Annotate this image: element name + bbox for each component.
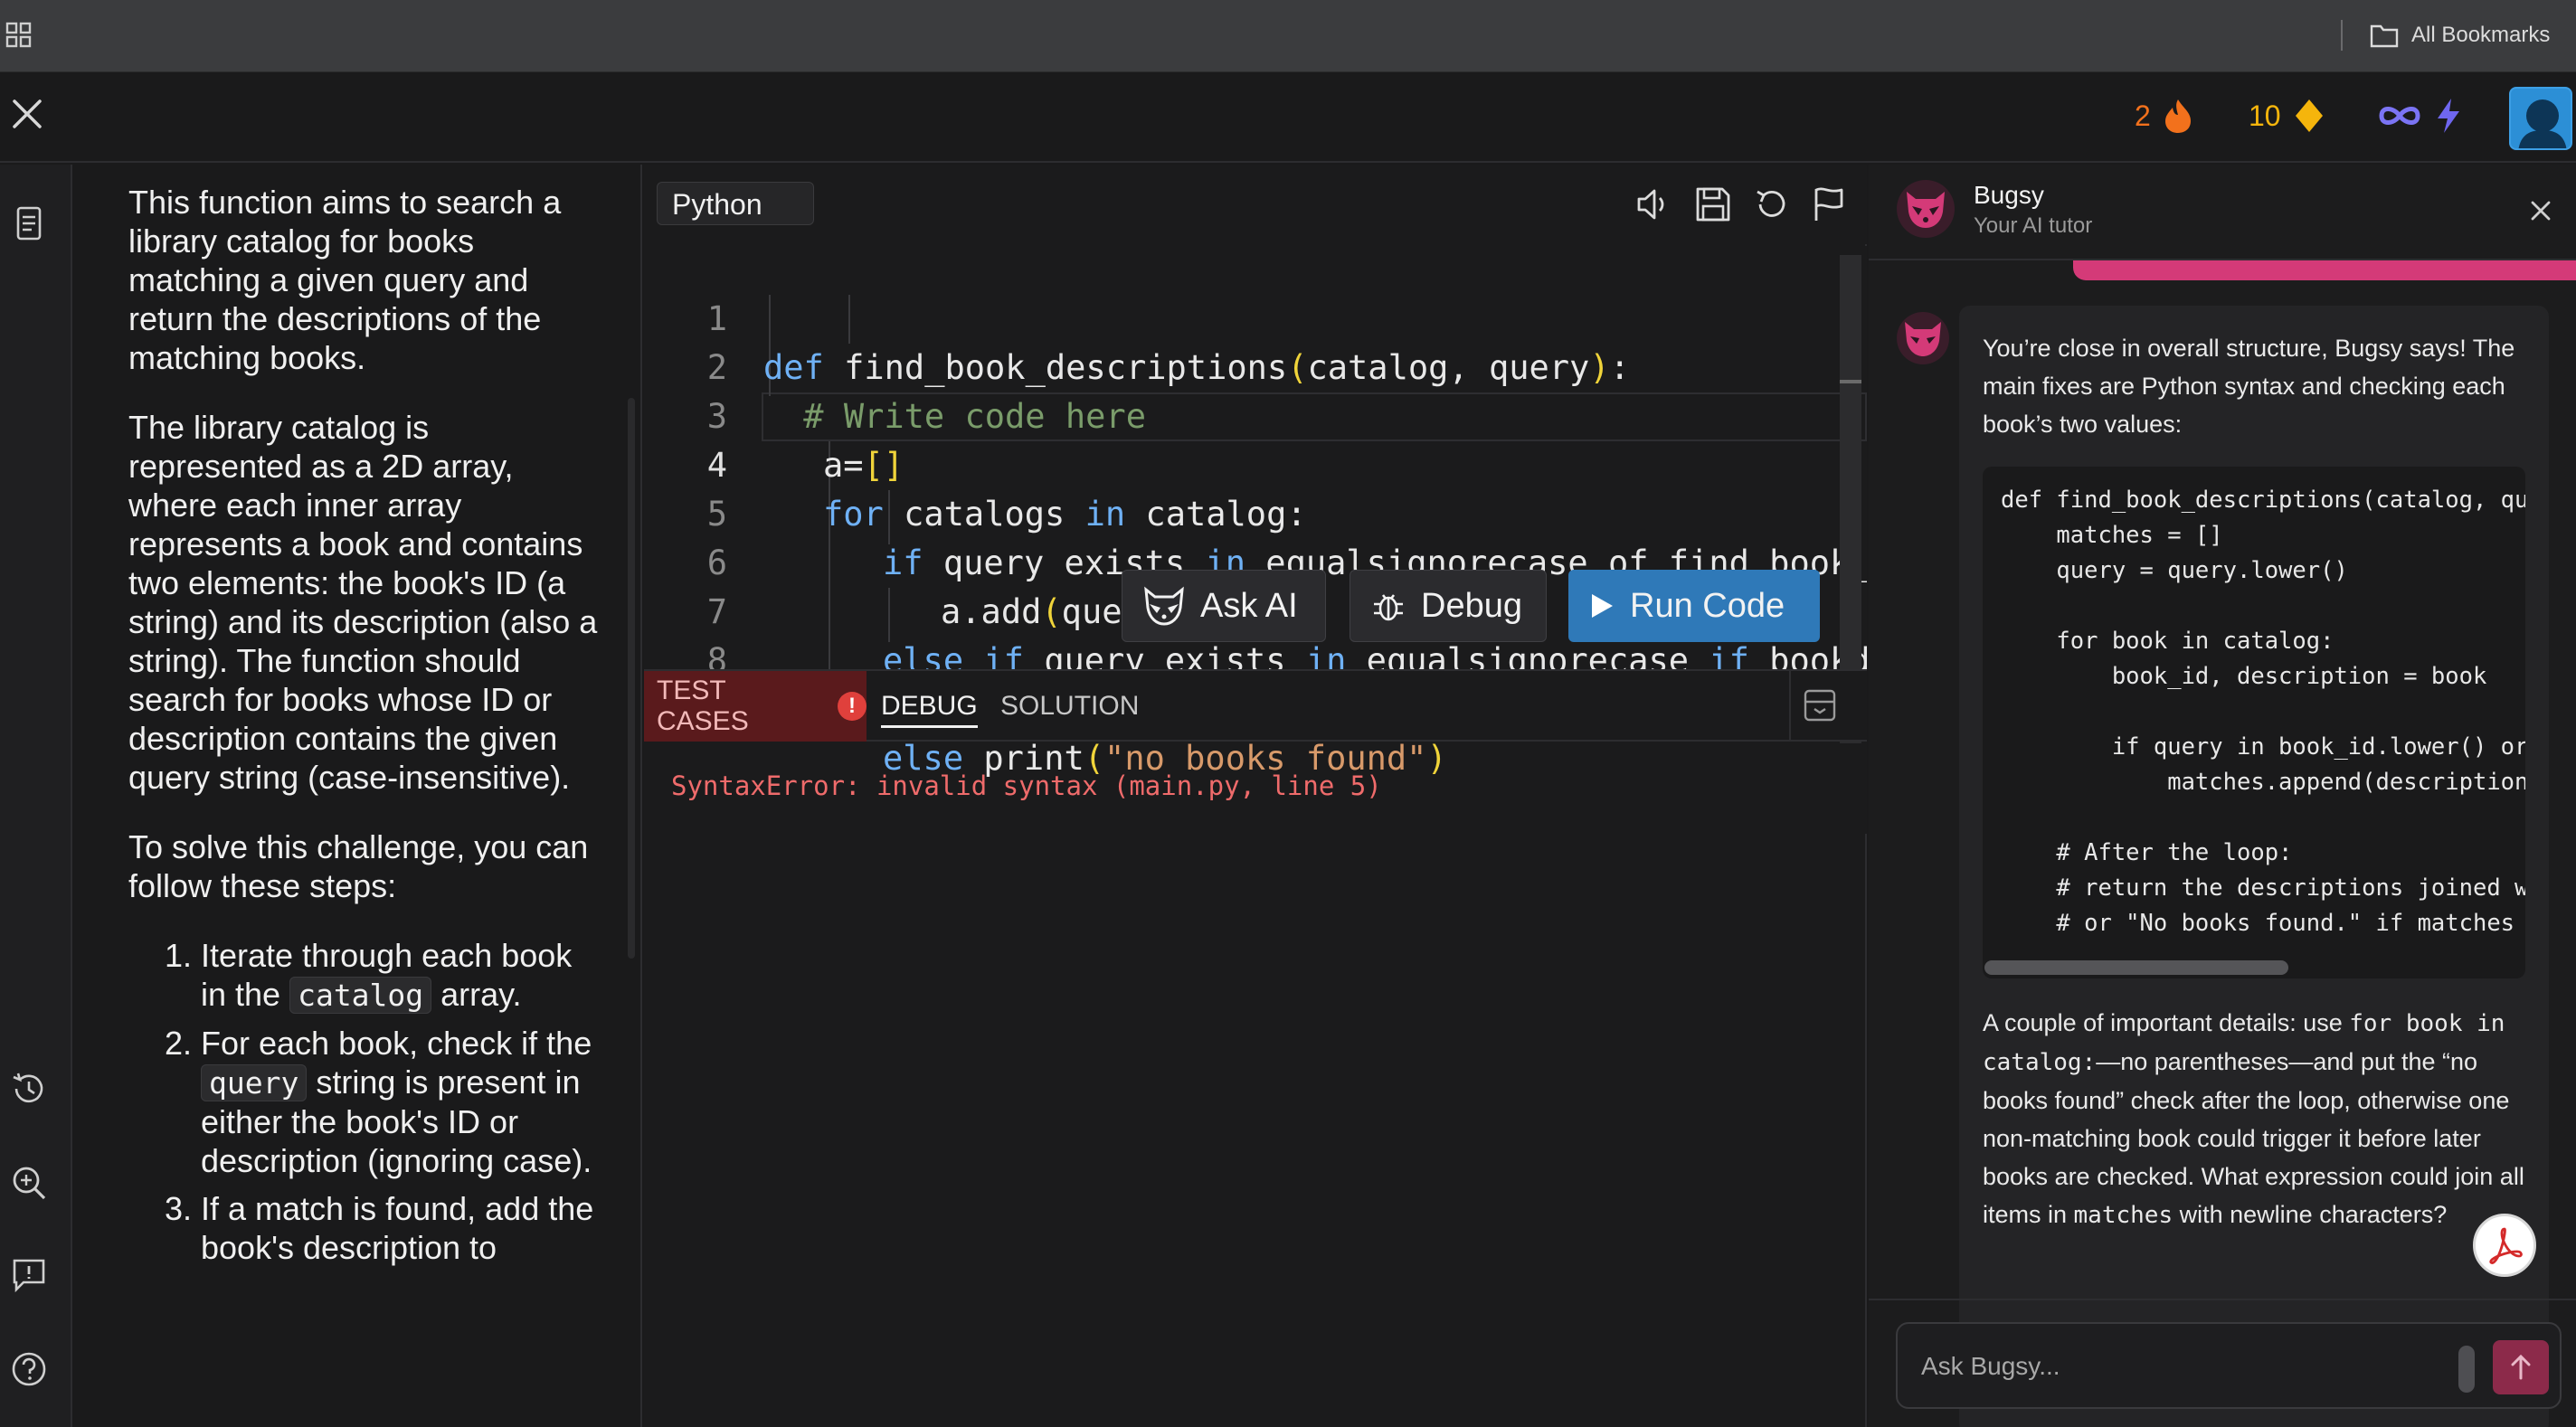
- code-editor[interactable]: 1 def find_book_descriptions(catalog, qu…: [644, 246, 1867, 834]
- play-icon: [1592, 594, 1613, 618]
- instructions-paragraph: To solve this challenge, you can follow …: [128, 828, 589, 904]
- inline-code: matches: [2073, 1202, 2174, 1229]
- bot-code-block: def find_book_descriptions(catalog, que …: [1983, 467, 2525, 978]
- step-item: If a match is found, add the book's desc…: [201, 1189, 604, 1267]
- tab-test-cases-label: TEST CASES: [657, 676, 749, 736]
- app-topbar: 2 10: [0, 72, 2576, 163]
- tab-test-cases[interactable]: TEST CASES !: [644, 671, 867, 742]
- ask-ai-label: Ask AI: [1200, 586, 1298, 625]
- history-icon[interactable]: [9, 1069, 49, 1109]
- instructions-paragraph: This function aims to search a library c…: [128, 184, 562, 376]
- user-message-bubble: [2073, 260, 2576, 280]
- bugsy-logo-icon: [1897, 180, 1955, 238]
- code-line: 2 # Write code here: [706, 348, 1146, 436]
- code-scrollbar[interactable]: [1984, 960, 2288, 975]
- test-tabs: TEST CASES ! DEBUG SOLUTION: [644, 669, 1867, 742]
- steps-list: Iterate through each book in the catalog…: [128, 936, 604, 1267]
- energy-counter[interactable]: [2377, 94, 2462, 137]
- streak-count: 2: [2135, 99, 2151, 132]
- ask-bugsy-input[interactable]: [1921, 1344, 2446, 1389]
- instructions-scrollbar[interactable]: [628, 398, 635, 959]
- debug-label: Debug: [1421, 586, 1522, 625]
- bot-message: You’re close in overall structure, Bugsy…: [1959, 306, 2549, 1427]
- bookmarks-bar: All Bookmarks: [0, 0, 2576, 72]
- bot-message-intro: You’re close in overall structure, Bugsy…: [1983, 335, 2515, 438]
- folder-icon: [2370, 24, 2399, 48]
- inline-code: catalog: [289, 977, 432, 1014]
- bot-code-text: def find_book_descriptions(catalog, que …: [2001, 487, 2525, 937]
- code-line: 6 a.add(query): [706, 543, 1183, 631]
- code-line: 4 for catalogs in catalog:: [706, 446, 1307, 534]
- save-icon[interactable]: [1693, 184, 1733, 224]
- code-line: 3 a=[]: [706, 397, 904, 485]
- run-code-button[interactable]: Run Code: [1568, 570, 1820, 642]
- send-button[interactable]: [2493, 1340, 2549, 1394]
- pdf-icon: [2489, 1227, 2523, 1264]
- tabs-divider: [1789, 671, 1791, 742]
- bookmarks-divider: [2341, 20, 2343, 51]
- code-line: 5 if query exists in equalsignorecase of…: [706, 495, 1867, 582]
- step-item: For each book, check if the query string…: [201, 1024, 604, 1180]
- tab-debug[interactable]: DEBUG: [881, 691, 978, 728]
- language-select[interactable]: Python: [657, 182, 814, 225]
- run-code-label: Run Code: [1630, 586, 1785, 625]
- tutor-panel: Bugsy Your AI tutor You’re close in over…: [1869, 165, 2576, 1427]
- speaker-icon[interactable]: [1634, 184, 1673, 224]
- flame-icon: [2164, 99, 2191, 133]
- inline-code: query: [201, 1064, 308, 1101]
- document-icon[interactable]: [9, 204, 49, 244]
- gems-counter[interactable]: 10: [2249, 94, 2325, 137]
- apps-grid-icon[interactable]: [5, 22, 33, 49]
- search-zoom-icon[interactable]: [9, 1163, 49, 1203]
- debug-button[interactable]: Debug: [1350, 570, 1547, 642]
- tutor-subtitle: Your AI tutor: [1974, 213, 2093, 238]
- close-icon[interactable]: [2525, 195, 2556, 226]
- feedback-icon[interactable]: [9, 1255, 49, 1295]
- tutor-name: Bugsy: [1974, 181, 2044, 209]
- diamond-icon: [2295, 99, 2323, 132]
- console-output: SyntaxError: invalid syntax (main.py, li…: [671, 770, 1382, 801]
- editor-header: Python: [644, 165, 1867, 244]
- chat-input-box: [1896, 1322, 2562, 1409]
- instructions-paragraph: The library catalog is represented as a …: [128, 409, 598, 796]
- infinity-icon: [2379, 107, 2420, 125]
- bot-message-outro: A couple of important details: use for b…: [1983, 1009, 2524, 1229]
- tab-solution[interactable]: SOLUTION: [1000, 691, 1139, 722]
- streak-counter[interactable]: 2: [2135, 94, 2192, 137]
- pdf-export-button[interactable]: [2473, 1214, 2536, 1277]
- user-avatar[interactable]: [2509, 87, 2572, 150]
- close-icon[interactable]: [9, 96, 45, 132]
- all-bookmarks-button[interactable]: All Bookmarks: [2370, 16, 2550, 54]
- step-item: Iterate through each book in the catalog…: [201, 936, 604, 1015]
- bug-icon: [1374, 594, 1403, 621]
- bugsy-avatar-icon: [1897, 312, 1949, 364]
- input-scroll-handle: [2458, 1346, 2475, 1393]
- all-bookmarks-label: All Bookmarks: [2411, 23, 2551, 47]
- reset-icon[interactable]: [1751, 184, 1791, 224]
- code-line: 1 def find_book_descriptions(catalog, qu…: [706, 299, 1630, 387]
- instructions-panel: This function aims to search a library c…: [72, 165, 642, 1427]
- lightning-icon: [2438, 99, 2459, 133]
- avatar-silhouette-icon: [2518, 99, 2567, 148]
- left-rail: [0, 165, 72, 1427]
- ask-ai-button[interactable]: Ask AI: [1122, 570, 1326, 642]
- collapse-panel-icon[interactable]: [1802, 687, 1838, 723]
- arrow-up-icon: [2511, 1354, 2531, 1380]
- raccoon-icon: [1144, 586, 1184, 626]
- gems-count: 10: [2249, 99, 2281, 132]
- error-icon: !: [838, 692, 867, 721]
- tutor-header: Bugsy Your AI tutor: [1869, 165, 2576, 260]
- help-icon[interactable]: [9, 1349, 49, 1389]
- flag-icon[interactable]: [1809, 184, 1849, 224]
- editor-scroll-marker: [1840, 380, 1861, 383]
- tutor-divider: [1869, 1299, 2576, 1300]
